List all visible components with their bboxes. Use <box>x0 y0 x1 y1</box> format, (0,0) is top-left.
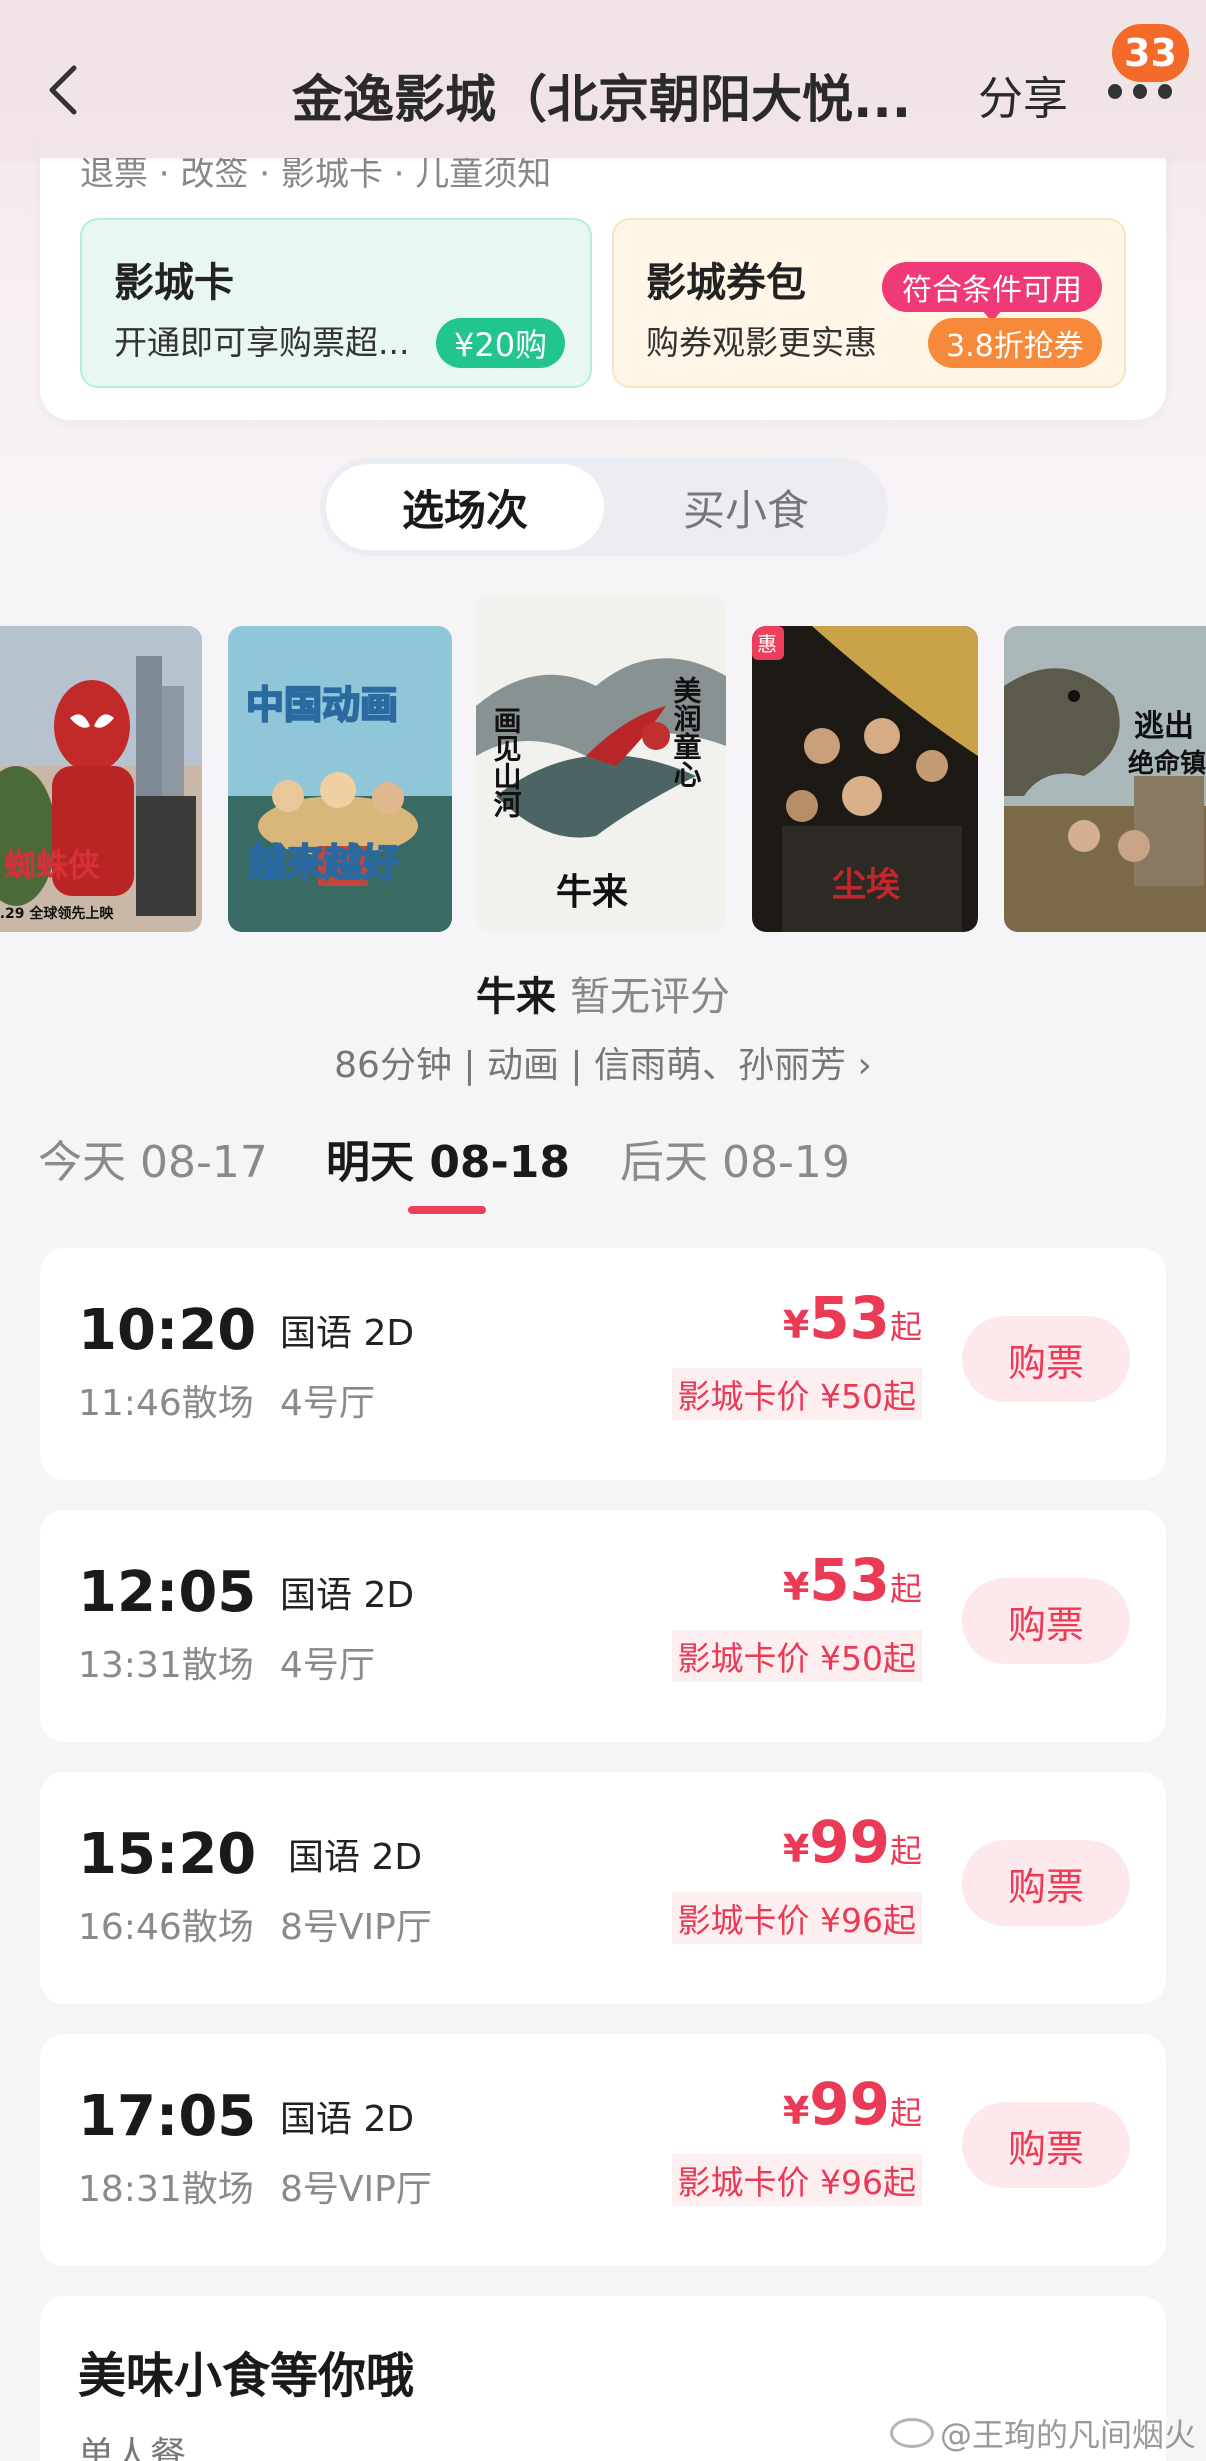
show-start-time: 10:20 <box>78 1298 257 1363</box>
svg-text:美润童心: 美润童心 <box>670 676 703 788</box>
show-price: ¥53起 <box>782 1546 922 1614</box>
svg-text:蜘蛛侠: 蜘蛛侠 <box>4 846 101 884</box>
showtime-card[interactable]: 17:05 18:31散场 国语 2D 8号VIP厅 ¥99起 影城卡价 ¥96… <box>40 2034 1166 2266</box>
page-title: 金逸影城（北京朝阳大悦... <box>292 71 912 130</box>
svg-text:尘埃: 尘埃 <box>832 865 901 905</box>
svg-text:中国动画: 中国动画 <box>246 683 398 727</box>
coupon-pack-promo[interactable]: 影城券包 购券观影更实惠 符合条件可用 3.8折抢券 <box>612 218 1126 388</box>
tab-switcher: 选场次 买小食 <box>320 458 888 556</box>
show-language: 国语 2D <box>280 1313 415 1354</box>
showtime-card[interactable]: 10:20 11:46散场 国语 2D 4号厅 ¥53起 影城卡价 ¥50起 购… <box>40 1248 1166 1480</box>
poster-spiderman[interactable]: 蜘蛛侠 7.29 全球领先上映 <box>0 626 202 932</box>
show-price: ¥99起 <box>782 2070 922 2138</box>
movie-title-row: 牛来 暂无评分 <box>0 964 1206 1022</box>
poster-chinese-animation[interactable]: 中国动画 越来越好 <box>228 626 452 932</box>
watermark-text: @王珣的凡间烟火 <box>939 2416 1196 2454</box>
show-hall: 8号VIP厅 <box>280 1907 432 1948</box>
svg-text:牛来: 牛来 <box>556 871 628 913</box>
weibo-icon <box>889 2418 934 2448</box>
svg-text:绝命镇: 绝命镇 <box>1128 748 1206 779</box>
show-card-price: 影城卡价 ¥50起 <box>671 1368 922 1420</box>
show-start-time: 17:05 <box>78 2084 257 2149</box>
show-hall: 4号厅 <box>280 1645 375 1686</box>
show-start-time: 12:05 <box>78 1560 257 1625</box>
share-button[interactable]: 分享 <box>978 62 1068 127</box>
poster-dinosaur[interactable]: 逃出 绝命镇 <box>1004 626 1206 932</box>
svg-text:越来越好: 越来越好 <box>248 841 400 885</box>
show-end-time: 11:46散场 <box>78 1383 254 1424</box>
date-tab-today[interactable]: 今天 08-17 <box>38 1126 268 1190</box>
back-button[interactable] <box>36 60 90 120</box>
showtime-card[interactable]: 15:20 16:46散场 国语 2D 8号VIP厅 ¥99起 影城卡价 ¥96… <box>40 1772 1166 2004</box>
cinema-card-title: 影城卡 <box>114 260 234 306</box>
buy-ticket-button[interactable]: 购票 <box>962 2102 1130 2188</box>
snack-category-single[interactable]: 单人餐 <box>78 2426 186 2461</box>
show-end-time: 16:46散场 <box>78 1907 254 1948</box>
poster-image: 画见山河 美润童心 牛来 <box>476 596 726 932</box>
show-end-time: 18:31散场 <box>78 2169 254 2210</box>
svg-text:7.29 全球领先上映: 7.29 全球领先上映 <box>0 905 114 922</box>
tab-buy-snacks[interactable]: 买小食 <box>610 464 882 550</box>
show-hall: 8号VIP厅 <box>280 2169 432 2210</box>
notification-badge: 33 <box>1112 24 1189 82</box>
poster-image: 逃出 绝命镇 <box>1004 626 1206 932</box>
show-price: ¥99起 <box>782 1808 922 1876</box>
movie-name: 牛来 <box>476 974 556 1020</box>
show-card-price: 影城卡价 ¥96起 <box>671 2154 922 2206</box>
snack-section-title: 美味小食等你哦 <box>78 2348 415 2404</box>
coupon-eligible-tag: 符合条件可用 <box>882 262 1102 322</box>
buy-ticket-button[interactable]: 购票 <box>962 1840 1130 1926</box>
showtime-card[interactable]: 12:05 13:31散场 国语 2D 4号厅 ¥53起 影城卡价 ¥50起 购… <box>40 1510 1166 1742</box>
cinema-card-subtitle: 开通即可享购票超... <box>114 323 410 362</box>
buy-ticket-button[interactable]: 购票 <box>962 1578 1130 1664</box>
show-card-price: 影城卡价 ¥96起 <box>671 1892 922 1944</box>
cinema-card-buy-pill[interactable]: ¥20购 <box>436 318 566 368</box>
show-language: 国语 2D <box>280 1575 415 1616</box>
tab-select-showtime[interactable]: 选场次 <box>326 464 604 550</box>
poster-image: 中国动画 越来越好 <box>228 626 452 932</box>
show-language: 国语 2D <box>280 2099 415 2140</box>
svg-text:惠: 惠 <box>757 632 777 656</box>
show-card-price: 影城卡价 ¥50起 <box>671 1630 922 1682</box>
poster-dust[interactable]: 惠 尘埃 <box>752 626 978 932</box>
buy-ticket-button[interactable]: 购票 <box>962 1316 1130 1402</box>
show-price: ¥53起 <box>782 1284 922 1352</box>
coupon-pack-title: 影城券包 <box>646 260 806 306</box>
show-start-time: 15:20 <box>78 1822 257 1887</box>
svg-text:画见山河: 画见山河 <box>490 706 523 818</box>
chevron-left-icon <box>49 65 77 115</box>
coupon-grab-pill[interactable]: 3.8折抢券 <box>928 318 1102 368</box>
date-tab-tomorrow[interactable]: 明天 08-18 <box>326 1126 570 1190</box>
coupon-pack-subtitle: 购券观影更实惠 <box>646 323 877 362</box>
show-language: 国语 2D <box>288 1837 423 1878</box>
poster-image: 惠 尘埃 <box>752 626 978 932</box>
movie-rating: 暂无评分 <box>570 974 730 1020</box>
top-navbar: 金逸影城（北京朝阳大悦... 分享 33 <box>0 0 1206 158</box>
date-tab-day-after[interactable]: 后天 08-19 <box>620 1126 850 1190</box>
movie-meta-link[interactable]: 86分钟 | 动画 | 信雨萌、孙丽芳 › <box>0 1036 1206 1088</box>
show-hall: 4号厅 <box>280 1383 375 1424</box>
show-end-time: 13:31散场 <box>78 1645 254 1686</box>
watermark: @王珣的凡间烟火 <box>889 2410 1196 2456</box>
poster-carousel[interactable]: 蜘蛛侠 7.29 全球领先上映 中国动画 越来越好 画见山河 美润童心 牛来 惠… <box>0 596 1206 936</box>
poster-image: 蜘蛛侠 7.29 全球领先上映 <box>0 626 202 932</box>
cinema-card-promo[interactable]: 影城卡 开通即可享购票超... ¥20购 <box>80 218 592 388</box>
poster-niu-lai[interactable]: 画见山河 美润童心 牛来 <box>476 596 726 932</box>
active-date-indicator <box>408 1206 486 1214</box>
svg-text:逃出: 逃出 <box>1134 709 1194 744</box>
